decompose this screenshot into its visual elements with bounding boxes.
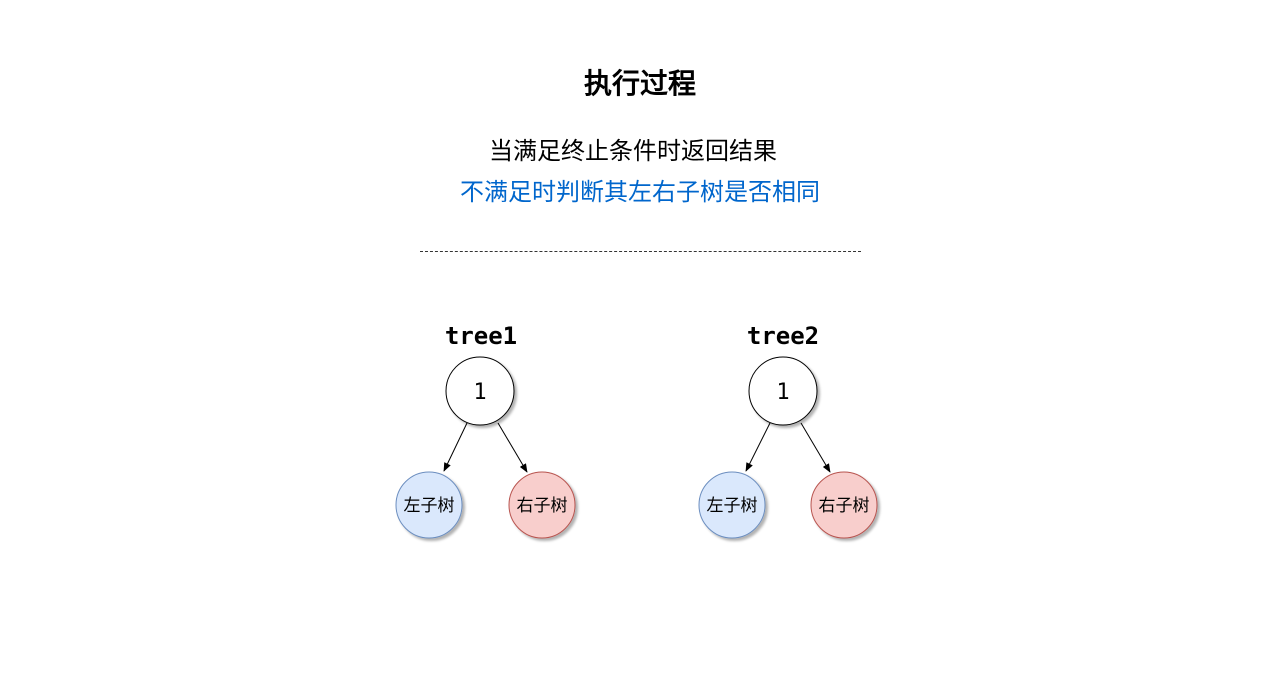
tree-2-root-value: 1 [776,380,789,405]
tree-1-right-subtree: 右子树 [508,471,576,539]
tree-2-right-label: 右子树 [819,496,870,516]
tree-1-left-subtree: 左子树 [395,471,463,539]
tree-2-edge-right [800,422,831,473]
tree-2-root-node: 1 [748,356,818,426]
tree-2: tree2 1 左子树 右子树 [698,322,878,539]
tree-2-right-subtree: 右子树 [810,471,878,539]
tree-1-right-label: 右子树 [517,496,568,516]
tree-diagram: tree1 1 左子树 右子树 tree2 1 左子树 右子树 [395,322,878,539]
tree-1-label: tree1 [445,322,517,350]
tree-1-root-node: 1 [445,356,515,426]
tree-1: tree1 1 左子树 右子树 [395,322,576,539]
tree-2-label: tree2 [747,322,819,350]
tree-2-edge-left [745,422,771,472]
tree-1-edge-left [443,422,468,472]
tree-1-left-label: 左子树 [404,496,455,516]
tree-1-root-value: 1 [473,380,486,405]
tree-1-edge-right [497,422,528,473]
tree-2-left-label: 左子树 [707,496,758,516]
tree-2-left-subtree: 左子树 [698,471,766,539]
